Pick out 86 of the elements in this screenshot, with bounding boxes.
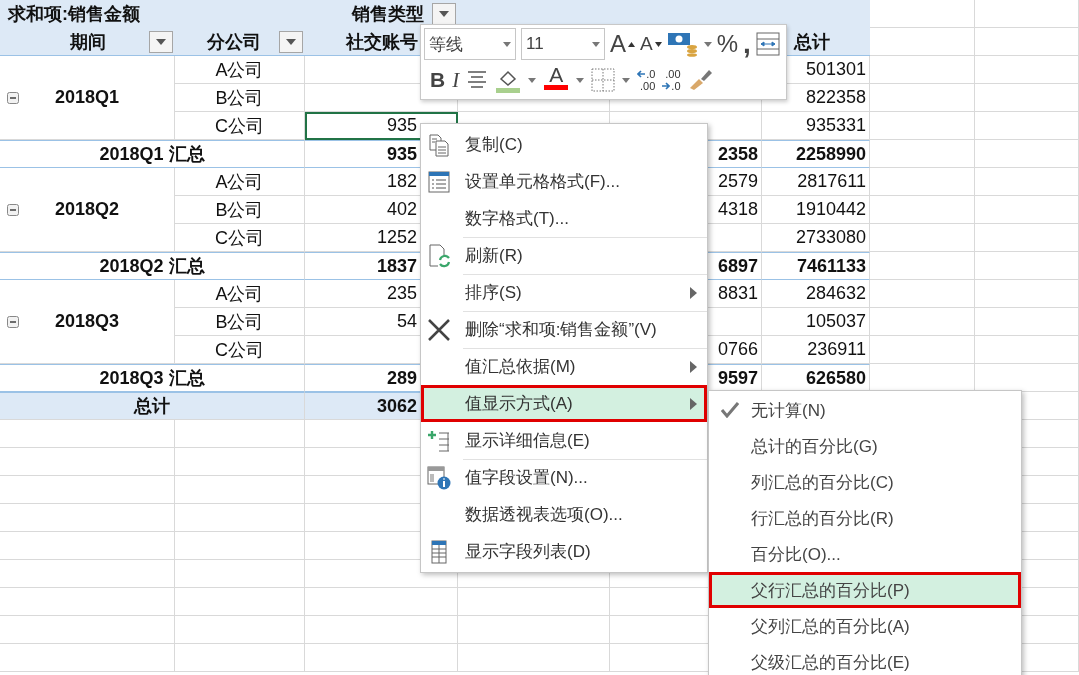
comma-button[interactable]: , — [743, 29, 751, 59]
up-caret-icon — [628, 41, 635, 47]
subtotal-label: 2018Q3 汇总 — [99, 367, 205, 390]
menu-item[interactable]: 无计算(N) — [709, 392, 1021, 428]
menu-item[interactable]: 显示字段列表(D) — [421, 533, 707, 570]
filter-dropdown-button[interactable] — [279, 30, 303, 53]
row-label: 2018Q3 — [54, 311, 120, 332]
font-size-field[interactable]: 11 — [521, 28, 605, 60]
menu-item[interactable]: 值字段设置(N)... — [421, 459, 707, 496]
table-cell: 935331 — [762, 112, 870, 140]
row-label: B公司 — [215, 310, 264, 334]
row-label: B公司 — [215, 198, 264, 222]
close-icon — [427, 318, 451, 342]
filter-dropdown-button[interactable] — [149, 30, 173, 53]
caret-icon — [503, 41, 511, 47]
collapse-icon[interactable] — [7, 91, 19, 104]
add-rows-icon — [427, 429, 451, 453]
font-name-field[interactable]: 等线 — [424, 28, 516, 60]
row-label: A公司 — [215, 170, 264, 194]
table-cell: 7461133 — [762, 252, 870, 280]
menu-item[interactable]: 列汇总的百分比(C) — [709, 464, 1021, 500]
filter-dropdown-button[interactable] — [432, 3, 456, 25]
column-header: 总计 — [794, 30, 830, 54]
collapse-icon[interactable] — [7, 315, 19, 328]
right-arrow-icon — [662, 82, 671, 90]
table-cell: 105037 — [762, 308, 870, 336]
table-cell: 1910442 — [762, 196, 870, 224]
italic-button[interactable]: I — [452, 65, 460, 95]
font-color-button[interactable]: A — [543, 65, 570, 95]
submenu-arrow-icon — [690, 360, 697, 373]
field-settings-icon — [427, 466, 451, 490]
row-label: A公司 — [215, 282, 264, 306]
pivot-title: 求和项:销售金额 — [8, 3, 140, 26]
row-label: B公司 — [215, 86, 264, 110]
menu-item[interactable]: 父行汇总的百分比(P) — [709, 572, 1021, 608]
caret-icon — [156, 38, 166, 45]
currency-icon[interactable] — [666, 31, 699, 57]
row-label: C公司 — [215, 226, 264, 250]
collapse-icon[interactable] — [7, 203, 19, 216]
shrink-font-button[interactable]: A — [640, 29, 662, 59]
merge-cells-icon[interactable] — [755, 32, 780, 56]
row-label: A公司 — [215, 58, 264, 82]
left-arrow-icon — [637, 70, 646, 78]
menu-item[interactable]: 值显示方式(A) — [421, 385, 707, 422]
menu-item[interactable]: 数据透视表选项(O)... — [421, 496, 707, 533]
table-cell: 236911 — [762, 336, 870, 364]
caret-icon — [528, 77, 537, 83]
column-item-label: 社交账号 — [346, 30, 418, 54]
percent-button[interactable]: % — [716, 29, 739, 59]
grow-font-button[interactable]: A — [610, 29, 635, 59]
menu-item[interactable]: 百分比(O)... — [709, 536, 1021, 572]
row-field-label: 期间 — [70, 30, 106, 54]
caret-icon — [622, 77, 631, 83]
submenu-arrow-icon — [690, 397, 697, 410]
table-cell: 2817611 — [762, 168, 870, 196]
caret-icon — [703, 41, 712, 47]
row-label: 2018Q1 — [54, 87, 120, 108]
caret-icon — [286, 38, 296, 45]
increase-decimal-button[interactable]: .0 .00 — [637, 65, 656, 95]
decrease-decimal-button[interactable]: .00 .0 — [662, 65, 681, 95]
row-label: 2018Q2 — [54, 199, 120, 220]
row-label: C公司 — [215, 114, 264, 138]
submenu-arrow-icon — [690, 286, 697, 299]
caret-icon — [654, 41, 662, 47]
subtotal-label: 2018Q2 汇总 — [99, 255, 205, 278]
menu-item[interactable]: 行汇总的百分比(R) — [709, 500, 1021, 536]
row-field-label: 分公司 — [207, 30, 261, 54]
caret-icon — [592, 41, 600, 47]
menu-item[interactable]: 父列汇总的百分比(A) — [709, 608, 1021, 644]
column-field-label: 销售类型 — [352, 3, 424, 26]
grand-total-label: 总计 — [134, 395, 170, 418]
format-cells-icon — [427, 170, 451, 194]
table-cell: 284632 — [762, 280, 870, 308]
caret-icon — [576, 77, 585, 83]
bold-button[interactable]: B — [430, 65, 446, 95]
row-label: C公司 — [215, 338, 264, 362]
table-cell: 2733080 — [762, 224, 870, 252]
refresh-icon — [427, 244, 451, 268]
menu-item[interactable]: 总计的百分比(G) — [709, 428, 1021, 464]
align-center-icon[interactable] — [466, 69, 489, 91]
subtotal-label: 2018Q1 汇总 — [99, 143, 205, 166]
table-cell: 2258990 — [762, 140, 870, 168]
menu-item[interactable]: 父级汇总的百分比(E) — [709, 644, 1021, 675]
menu-item[interactable]: 显示详细信息(E) — [421, 422, 707, 459]
copy-icon — [427, 133, 451, 157]
caret-icon — [439, 11, 449, 17]
